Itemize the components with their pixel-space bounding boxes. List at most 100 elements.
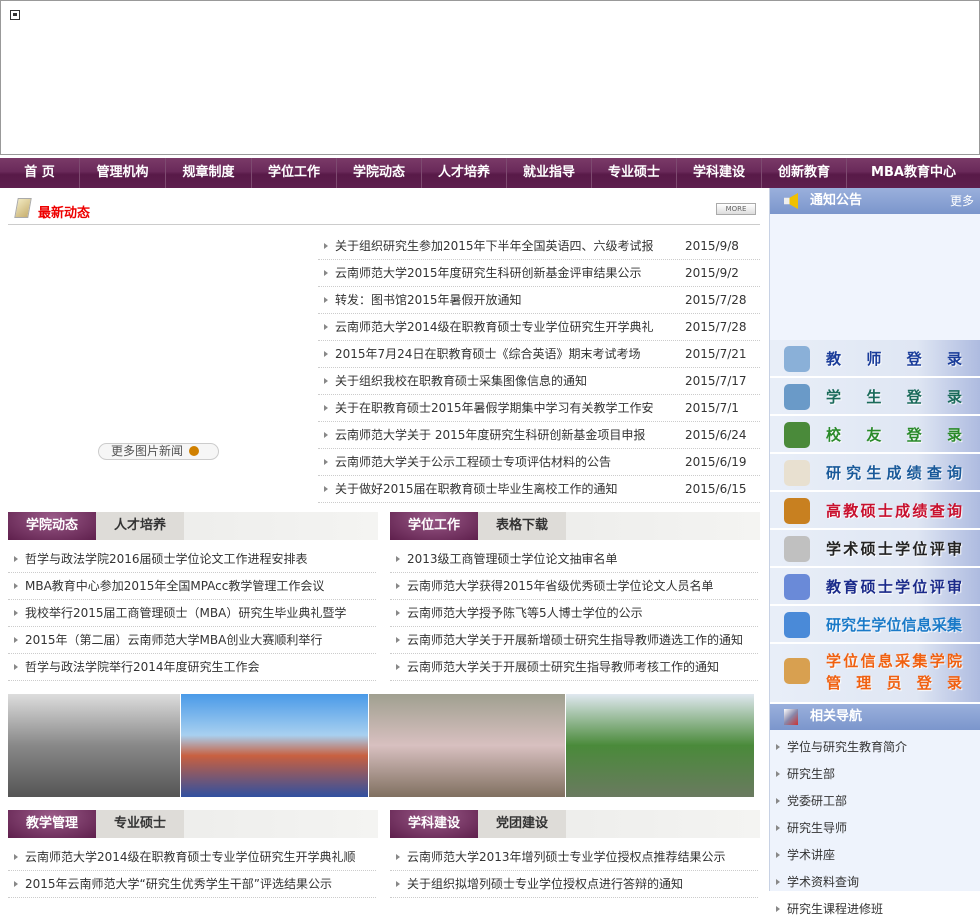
login-button-1[interactable]: 教师登录 [770,340,980,378]
tab-teaching[interactable]: 教学管理 [8,810,96,838]
list-item[interactable]: 2015年（第二届）云南师范大学MBA创业大赛顺利举行 [8,627,376,654]
nav-college-news[interactable]: 学院动态 [337,158,422,188]
list-item[interactable]: 云南师范大学关于开展新增硕士研究生指导教师遴选工作的通知 [390,627,758,654]
news-item[interactable]: 关于做好2015届在职教育硕士毕业生离校工作的通知 2015/6/15 [318,476,760,503]
tab-degree-work[interactable]: 学位工作 [390,512,478,540]
related-link[interactable]: 学术讲座 [770,842,980,869]
photo-historic-gate[interactable] [8,694,180,797]
news-item[interactable]: 关于在职教育硕士2015年暑假学期集中学习有关教学工作安 2015/7/1 [318,395,760,422]
book-icon [784,498,810,524]
nav-home[interactable]: 首 页 [0,158,80,188]
list-item-title: 研究生部 [787,767,836,781]
news-date: 2015/6/24 [685,428,747,442]
news-date: 2015/7/1 [685,401,739,415]
news-date: 2015/7/28 [685,293,747,307]
list-item-title: 云南师范大学2013年增列硕士专业学位授权点推荐结果公示 [407,850,726,864]
list-item[interactable]: 云南师范大学授予陈飞等5人博士学位的公示 [390,600,758,627]
list-item-title: 云南师范大学授予陈飞等5人博士学位的公示 [407,606,643,620]
list-item[interactable]: MBA教育中心参加2015年全国MPAcc教学管理工作会议 [8,573,376,600]
login-button-6[interactable]: 学术硕士学位评审 [770,530,980,568]
nav-organization[interactable]: 管理机构 [80,158,166,188]
list-item[interactable]: 我校举行2015届工商管理硕士（MBA）研究生毕业典礼暨学 [8,600,376,627]
list-item-title: 关于做好2015届在职教育硕士毕业生离校工作的通知 [335,482,618,496]
nav-professional-master[interactable]: 专业硕士 [592,158,677,188]
notice-header: 通知公告 更多 [770,188,980,214]
more-button[interactable]: MORE [716,203,756,215]
related-link[interactable]: 学术资料查询 [770,869,980,896]
login-button-8[interactable]: 研究生学位信息采集 [770,606,980,644]
nav-regulations[interactable]: 规章制度 [166,158,252,188]
login-button-7[interactable]: 教育硕士学位评审 [770,568,980,606]
nav-employment[interactable]: 就业指导 [507,158,592,188]
list-item[interactable]: 2015年云南师范大学“研究生优秀学生干部”评选结果公示 [8,871,376,898]
related-title: 相关导航 [810,709,863,724]
news-item[interactable]: 关于组织我校在职教育硕士采集图像信息的通知 2015/7/17 [318,368,760,395]
tab-professional-master[interactable]: 专业硕士 [96,810,184,838]
photo-graduation[interactable] [181,694,368,797]
list-item[interactable]: 云南师范大学获得2015年省级优秀硕士学位论文人员名单 [390,573,758,600]
login-button-3[interactable]: 校友登录 [770,416,980,454]
button-label: 研究生学位信息采集 [826,616,962,634]
news-item[interactable]: 云南师范大学关于公示工程硕士专项评估材料的公告 2015/6/19 [318,449,760,476]
nav-mba[interactable]: MBA教育中心 [847,158,980,188]
login-button-4[interactable]: 研究生成绩查询 [770,454,980,492]
tabs-degree: 学位工作 表格下载 [390,512,760,540]
users-icon [784,384,810,410]
nav-discipline[interactable]: 学科建设 [677,158,762,188]
more-photo-news-button[interactable]: 更多图片新闻 [98,443,219,460]
list-item[interactable]: 2013级工商管理硕士学位论文抽审名单 [390,546,758,573]
login-button-5[interactable]: 高教硕士成绩查询 [770,492,980,530]
related-link[interactable]: 党委研工部 [770,788,980,815]
list-item[interactable]: 关于组织拟增列硕士专业学位授权点进行答辩的通知 [390,871,758,898]
notepad-icon [784,460,810,486]
list-item-title: 2013级工商管理硕士学位论文抽审名单 [407,552,618,566]
broken-image-icon [10,10,20,20]
latest-news-title: 最新动态 [38,206,91,221]
button-label: 校友登录 [826,426,962,444]
list-item[interactable]: 哲学与政法学院2016届硕士学位论文工作进程安排表 [8,546,376,573]
photo-statue[interactable] [566,694,754,797]
pens-icon [784,709,798,725]
tab-talent[interactable]: 人才培养 [96,512,184,540]
news-item[interactable]: 关于组织研究生参加2015年下半年全国英语四、六级考试报 2015/9/8 [318,233,760,260]
list-item-title: 关于组织研究生参加2015年下半年全国英语四、六级考试报 [335,239,654,253]
list-item-title: 学术讲座 [787,848,836,862]
news-item[interactable]: 云南师范大学关于 2015年度研究生科研创新基金项目申报 2015/6/24 [318,422,760,449]
tab-forms[interactable]: 表格下载 [478,512,566,540]
related-link[interactable]: 学位与研究生教育简介 [770,734,980,761]
list-item-title: 2015年云南师范大学“研究生优秀学生干部”评选结果公示 [25,877,332,891]
nav-talent[interactable]: 人才培养 [422,158,507,188]
speaker-icon [784,193,798,209]
button-label: 教育硕士学位评审 [826,578,962,596]
list-item[interactable]: 云南师范大学2013年增列硕士专业学位授权点推荐结果公示 [390,844,758,871]
related-link[interactable]: 研究生课程进修班 [770,896,980,923]
news-item[interactable]: 转发：图书馆2015年暑假开放通知 2015/7/28 [318,287,760,314]
nav-innovation[interactable]: 创新教育 [762,158,847,188]
list-item[interactable]: 哲学与政法学院举行2014年度研究生工作会 [8,654,376,681]
notice-more-link[interactable]: 更多 [950,188,974,214]
button-label: 学生登录 [826,388,962,406]
related-link[interactable]: 研究生部 [770,761,980,788]
news-date: 2015/9/8 [685,239,739,253]
list-item-title: 哲学与政法学院2016届硕士学位论文工作进程安排表 [25,552,308,566]
tab-party[interactable]: 党团建设 [478,810,566,838]
news-item[interactable]: 云南师范大学2015年度研究生科研创新基金评审结果公示 2015/9/2 [318,260,760,287]
list-item[interactable]: 云南师范大学关于开展硕士研究生指导教师考核工作的通知 [390,654,758,681]
news-date: 2015/6/15 [685,482,747,496]
news-item[interactable]: 云南师范大学2014级在职教育硕士专业学位研究生开学典礼 2015/7/28 [318,314,760,341]
nav-degree-work[interactable]: 学位工作 [252,158,337,188]
news-item[interactable]: 2015年7月24日在职教育硕士《综合英语》期末考试考场 2015/7/21 [318,341,760,368]
sidebar: 通知公告 更多 教师登录学生登录校友登录研究生成绩查询 高教硕士成绩查询 学术硕士学位… [769,188,980,916]
tab-college-news[interactable]: 学院动态 [8,512,96,540]
list-item-title: 转发：图书馆2015年暑假开放通知 [335,293,522,307]
login-button-9[interactable]: 学位信息采集学院 管理员登录 [770,644,980,704]
photo-monument[interactable] [369,694,565,797]
list-item-title: 哲学与政法学院举行2014年度研究生工作会 [25,660,260,674]
list-item[interactable]: 云南师范大学2014级在职教育硕士专业学位研究生开学典礼顺 [8,844,376,871]
latest-news-header: 最新动态 MORE [8,198,760,225]
tab-discipline[interactable]: 学科建设 [390,810,478,838]
list-item-title: 学术资料查询 [787,875,860,889]
login-button-2[interactable]: 学生登录 [770,378,980,416]
pencil-icon [14,198,32,218]
related-link[interactable]: 研究生导师 [770,815,980,842]
